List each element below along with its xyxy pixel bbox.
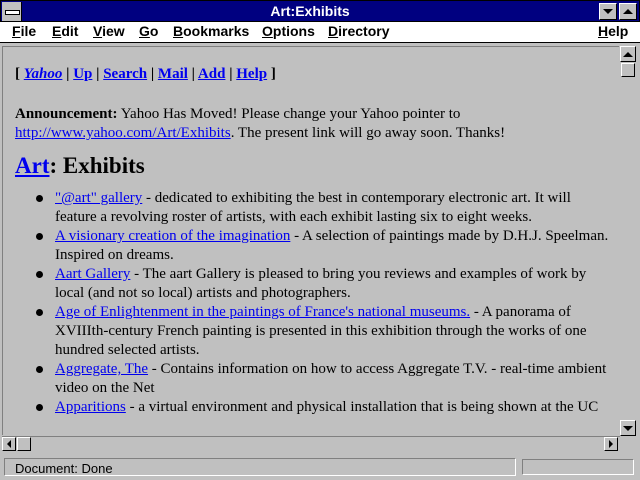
nav-separator: | (96, 66, 100, 82)
nav-link-add[interactable]: Add (198, 66, 226, 82)
maximize-button[interactable] (619, 3, 637, 20)
exhibit-description: - a virtual environment and physical ins… (125, 399, 599, 415)
window-title: Art:Exhibits (270, 3, 350, 19)
menu-view[interactable]: View (93, 23, 125, 39)
horizontal-scroll-thumb[interactable] (17, 437, 31, 451)
announcement-tail: . The present link will go away soon. Th… (230, 125, 506, 141)
menu-directory[interactable]: Directory (328, 23, 389, 39)
scroll-left-button[interactable] (2, 437, 16, 451)
nav-open-bracket: [ (15, 66, 20, 82)
list-item: Apparitions - a virtual environment and … (36, 398, 613, 417)
exhibit-description: - The aart Gallery is pleased to bring y… (55, 266, 587, 301)
nav-separator: | (66, 66, 70, 82)
list-item: Age of Enlightenment in the paintings of… (36, 303, 613, 360)
arrow-down-icon (623, 425, 633, 431)
scroll-down-button[interactable] (620, 420, 636, 436)
nav-separator: | (191, 66, 195, 82)
scroll-up-button[interactable] (620, 46, 636, 62)
exhibit-link[interactable]: Age of Enlightenment in the paintings of… (55, 304, 470, 320)
maximize-icon (623, 9, 633, 14)
heading-link-art[interactable]: Art (15, 153, 49, 178)
title-bar: Art:Exhibits (0, 0, 640, 22)
menu-options[interactable]: Options (262, 23, 315, 39)
menu-edit[interactable]: Edit (52, 23, 78, 39)
nav-close-bracket: ] (270, 66, 276, 82)
list-item: Aart Gallery - The aart Gallery is pleas… (36, 265, 613, 303)
nav-link-search[interactable]: Search (103, 66, 147, 82)
arrow-up-icon (623, 51, 633, 57)
heading-rest: : Exhibits (49, 153, 145, 178)
exhibit-link[interactable]: A visionary creation of the imagination (55, 228, 290, 244)
status-bar: Document: Done (0, 455, 640, 480)
status-text: Document: Done (4, 458, 516, 476)
menu-file[interactable]: File (12, 23, 36, 39)
exhibit-list: "@art" gallery - dedicated to exhibiting… (15, 189, 613, 417)
menu-go[interactable]: Go (139, 23, 158, 39)
exhibit-link[interactable]: Aart Gallery (55, 266, 130, 282)
horizontal-scrollbar[interactable] (2, 436, 620, 453)
progress-indicator (522, 459, 634, 475)
list-item: A visionary creation of the imagination … (36, 227, 613, 265)
exhibit-link[interactable]: "@art" gallery (55, 190, 142, 206)
minimize-button[interactable] (599, 3, 617, 20)
nav-link-up[interactable]: Up (73, 66, 92, 82)
exhibit-link[interactable]: Apparitions (55, 399, 126, 415)
system-menu-icon (5, 10, 20, 15)
menu-help[interactable]: Help (598, 23, 628, 39)
announcement-text: Yahoo Has Moved! Please change your Yaho… (120, 106, 461, 122)
list-item: Aggregate, The - Contains information on… (36, 360, 613, 398)
minimize-icon (603, 9, 613, 14)
nav-separator: | (150, 66, 155, 82)
vertical-scrollbar[interactable] (620, 46, 636, 438)
system-menu-button[interactable] (2, 2, 22, 21)
nav-link-yahoo[interactable]: Yahoo (24, 66, 63, 82)
menu-bookmarks[interactable]: Bookmarks (173, 23, 249, 39)
announcement-label: Announcement: (15, 106, 118, 122)
nav-bar: [ Yahoo | Up | Search | Mail | Add | Hel… (15, 65, 613, 84)
arrow-right-icon (609, 440, 613, 448)
menu-bar: File Edit View Go Bookmarks Options Dire… (0, 22, 640, 43)
announcement: Announcement: Yahoo Has Moved! Please ch… (15, 105, 613, 143)
list-item: "@art" gallery - dedicated to exhibiting… (36, 189, 613, 227)
nav-separator: | (229, 66, 233, 82)
arrow-left-icon (7, 440, 11, 448)
page-heading: Art: Exhibits (15, 153, 613, 178)
nav-link-mail[interactable]: Mail (158, 66, 188, 82)
announcement-link[interactable]: http://www.yahoo.com/Art/Exhibits (15, 125, 231, 141)
document-view: [ Yahoo | Up | Search | Mail | Add | Hel… (2, 46, 619, 435)
nav-link-help[interactable]: Help (236, 66, 267, 82)
vertical-scroll-thumb[interactable] (621, 63, 635, 77)
scroll-right-button[interactable] (604, 437, 618, 451)
exhibit-link[interactable]: Aggregate, The (55, 361, 148, 377)
